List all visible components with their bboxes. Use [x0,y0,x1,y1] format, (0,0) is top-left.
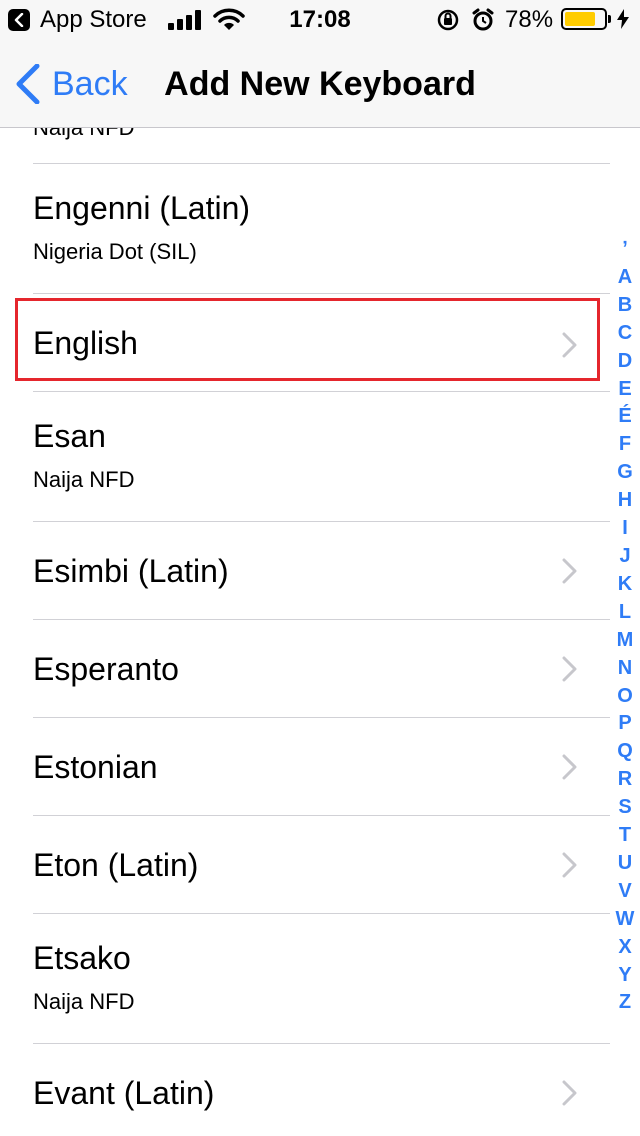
index-letter[interactable]: S [618,794,631,822]
chevron-right-icon [562,332,577,358]
list-item-title: Eton (Latin) [33,847,199,883]
list-item-title: Engenni (Latin) [33,190,251,226]
index-letter[interactable]: Y [618,962,631,990]
list-item-title: Etsako [33,940,131,976]
index-letter[interactable]: K [618,571,632,599]
chevron-right-icon [562,558,577,584]
index-letter[interactable]: ʼ [622,236,628,264]
list-item-evant-latin[interactable]: Evant (Latin) [0,1044,640,1136]
list-item-english[interactable]: English [0,294,640,392]
index-letter[interactable]: X [618,934,631,962]
section-index[interactable]: ʼABCDEÉFGHIJKLMNOPQRSTUVWXYZ [612,236,638,1017]
index-letter[interactable]: H [618,487,632,515]
index-letter[interactable]: G [617,459,633,487]
index-letter[interactable]: B [618,292,632,320]
list-item-subtitle: Naija NFD [33,989,135,1014]
index-letter[interactable]: Q [617,738,633,766]
list-item-esimbi-latin[interactable]: Esimbi (Latin) [0,522,640,620]
list-item-estonian[interactable]: Estonian [0,718,640,816]
list-item-title: Esan [33,418,106,454]
index-letter[interactable]: M [617,627,634,655]
index-letter[interactable]: T [619,822,631,850]
chevron-right-icon [562,1080,577,1106]
chevron-right-icon [562,656,577,682]
list-item-title: Estonian [33,749,158,785]
alarm-icon [472,8,494,31]
back-button[interactable]: Back [16,40,128,128]
list-item-subtitle: Naija NFD [33,128,134,142]
list-item-engenni-latin[interactable]: Engenni (Latin) Nigeria Dot (SIL) [0,164,640,294]
battery-level [565,12,595,26]
list-item-title: English [33,325,138,361]
charging-bolt-icon [617,9,629,29]
chevron-right-icon [562,852,577,878]
battery-icon [561,8,611,30]
chevron-right-icon [562,754,577,780]
index-letter[interactable]: N [618,655,632,683]
back-button-label[interactable]: Back [52,65,128,104]
index-letter[interactable]: R [618,766,632,794]
list-item-subtitle: Nigeria Dot (SIL) [33,239,197,264]
index-letter[interactable]: E [618,376,631,404]
list-item-title: Evant (Latin) [33,1075,215,1111]
list-item-eton-latin[interactable]: Eton (Latin) [0,816,640,914]
index-letter[interactable]: O [617,683,633,711]
list-item-esan[interactable]: Esan Naija NFD [0,392,640,522]
battery-percent: 78% [505,6,554,33]
index-letter[interactable]: D [618,348,632,376]
keyboard-language-list[interactable]: Naija NFD Engenni (Latin) Nigeria Dot (S… [0,128,640,1136]
index-letter[interactable]: U [618,850,632,878]
index-letter[interactable]: L [619,599,631,627]
index-letter[interactable]: A [618,264,632,292]
index-letter[interactable]: C [618,320,632,348]
list-item-partial[interactable]: Naija NFD [0,128,640,164]
index-letter[interactable]: W [616,906,635,934]
status-bar: App Store 17:08 78% [0,0,640,40]
index-letter[interactable]: Z [619,989,631,1017]
rotation-lock-icon [437,9,459,31]
index-letter[interactable]: J [619,543,630,571]
chevron-left-icon [16,64,40,104]
index-letter[interactable]: P [618,710,631,738]
index-letter[interactable]: V [618,878,631,906]
list-item-etsako[interactable]: Etsako Naija NFD [0,914,640,1044]
list-item-title: Esperanto [33,651,179,687]
list-item-title: Esimbi (Latin) [33,553,229,589]
navigation-bar: Add New Keyboard Back [0,40,640,128]
list-item-esperanto[interactable]: Esperanto [0,620,640,718]
index-letter[interactable]: I [622,515,628,543]
list-item-subtitle: Naija NFD [33,467,135,492]
index-letter[interactable]: F [619,431,631,459]
index-letter[interactable]: É [618,403,631,431]
